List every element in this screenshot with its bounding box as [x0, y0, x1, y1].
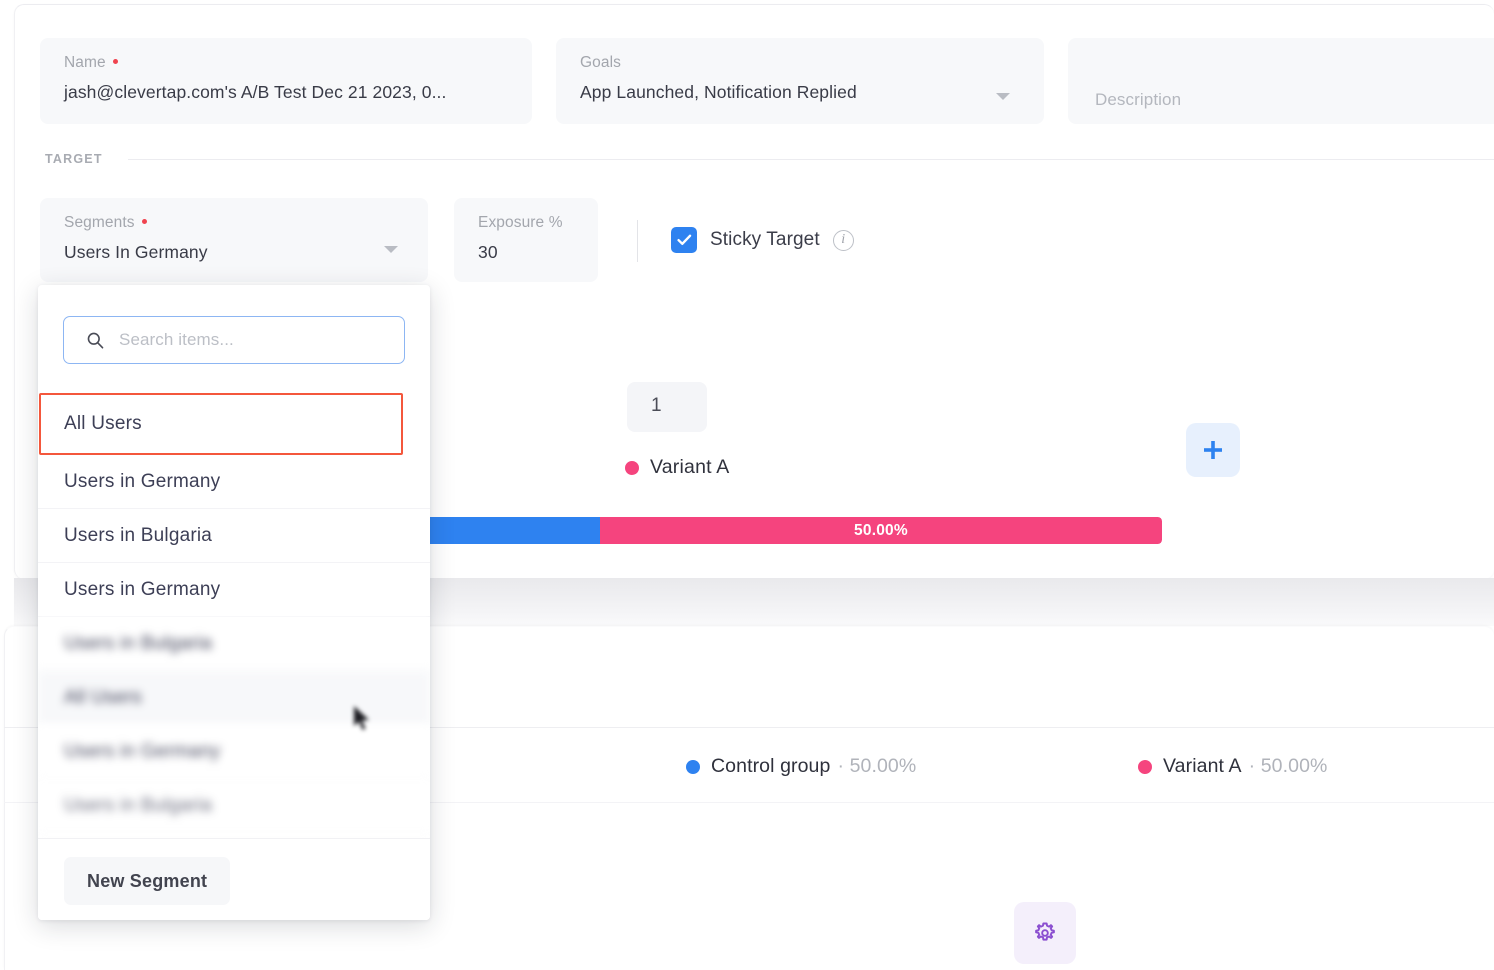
chevron-down-icon[interactable] — [384, 246, 398, 253]
variant-legend-label: Variant A — [650, 456, 730, 478]
add-variant-button[interactable] — [1186, 423, 1240, 477]
list-item-label: Users in Germany — [64, 740, 221, 762]
list-item[interactable]: Users in Germany — [38, 563, 430, 617]
goals-field-label: Goals — [580, 54, 621, 71]
search-input[interactable] — [119, 330, 404, 350]
list-item[interactable]: Users in Bulgaria — [38, 509, 430, 563]
description-field-placeholder: Description — [1095, 90, 1182, 109]
list-item-all-users[interactable]: All Users — [39, 393, 403, 455]
new-segment-button[interactable]: New Segment — [64, 857, 231, 905]
list-item-label: Users in Bulgaria — [64, 794, 213, 816]
segments-dropdown-footer: New Segment — [38, 838, 430, 920]
goals-field[interactable]: Goals App Launched, Notification Replied — [556, 38, 1044, 124]
required-dot-icon — [141, 219, 147, 224]
list-item-label: Users in Bulgaria — [64, 524, 213, 546]
variant-legend: Variant A — [625, 456, 730, 479]
list-item-label: Users in Germany — [64, 578, 221, 600]
cursor-arrow-icon — [354, 706, 369, 730]
exposure-field-value: 30 — [478, 242, 498, 262]
list-item-label: All Users — [64, 413, 142, 434]
legend-label: Variant A — [1163, 755, 1242, 777]
legend-percent: · 50.00% — [837, 755, 917, 777]
list-item[interactable]: Users in Bulgaria — [38, 779, 430, 833]
legend-item-control-group: Control group · 50.00% — [686, 755, 916, 778]
check-icon — [676, 234, 691, 245]
name-field-label: Name — [64, 54, 118, 72]
info-icon[interactable]: i — [832, 229, 854, 251]
segments-search-box[interactable] — [63, 316, 405, 364]
legend-percent: · 50.00% — [1248, 755, 1328, 777]
target-section-divider — [128, 159, 1494, 160]
exposure-field[interactable]: Exposure % 30 — [454, 198, 598, 282]
segments-field-label: Segments — [64, 214, 147, 232]
gear-icon — [1035, 922, 1055, 941]
exposure-field-label: Exposure % — [478, 214, 563, 231]
name-field-value: jash@clevertap.com's A/B Test Dec 21 202… — [64, 82, 447, 102]
list-item-label: Users in Bulgaria — [64, 632, 213, 654]
segments-field[interactable]: Segments Users In Germany — [40, 198, 428, 282]
variant-index-box: 1 — [627, 382, 707, 432]
vertical-divider — [637, 220, 638, 262]
list-item[interactable]: Users in Germany — [38, 455, 430, 509]
ab-test-config-screen: Name jash@clevertap.com's A/B Test Dec 2… — [0, 0, 1494, 970]
legend-label: Control group — [711, 755, 831, 777]
mouse-cursor-icon — [352, 705, 372, 738]
settings-button[interactable] — [1014, 902, 1076, 964]
control-group-color-dot-icon — [686, 759, 700, 774]
segments-field-value: Users In Germany — [64, 242, 208, 262]
required-dot-icon — [112, 59, 118, 64]
variant-index-value: 1 — [651, 395, 662, 416]
variant-color-dot-icon — [625, 460, 639, 475]
search-icon — [87, 332, 104, 349]
target-section-heading: TARGET — [45, 152, 103, 166]
list-item-label: Users in Germany — [64, 470, 221, 492]
list-item-label: All Users — [64, 686, 142, 708]
goals-field-value: App Launched, Notification Replied — [580, 82, 857, 102]
sticky-target-row: Sticky Target i — [671, 227, 854, 253]
variant-a-color-dot-icon — [1138, 759, 1152, 774]
description-field[interactable]: Description — [1068, 38, 1494, 124]
sticky-target-label: Sticky Target — [710, 229, 820, 250]
list-item[interactable]: Users in Bulgaria — [38, 617, 430, 671]
plus-icon — [1204, 441, 1222, 459]
segments-dropdown-panel: All Users Users in Germany Users in Bulg… — [38, 285, 430, 920]
name-field[interactable]: Name jash@clevertap.com's A/B Test Dec 2… — [40, 38, 532, 124]
legend-item-variant-a: Variant A · 50.00% — [1138, 755, 1327, 778]
split-segment-variant[interactable]: 50.00% — [599, 517, 1162, 544]
sticky-target-checkbox[interactable] — [671, 227, 697, 253]
chevron-down-icon[interactable] — [996, 93, 1010, 100]
